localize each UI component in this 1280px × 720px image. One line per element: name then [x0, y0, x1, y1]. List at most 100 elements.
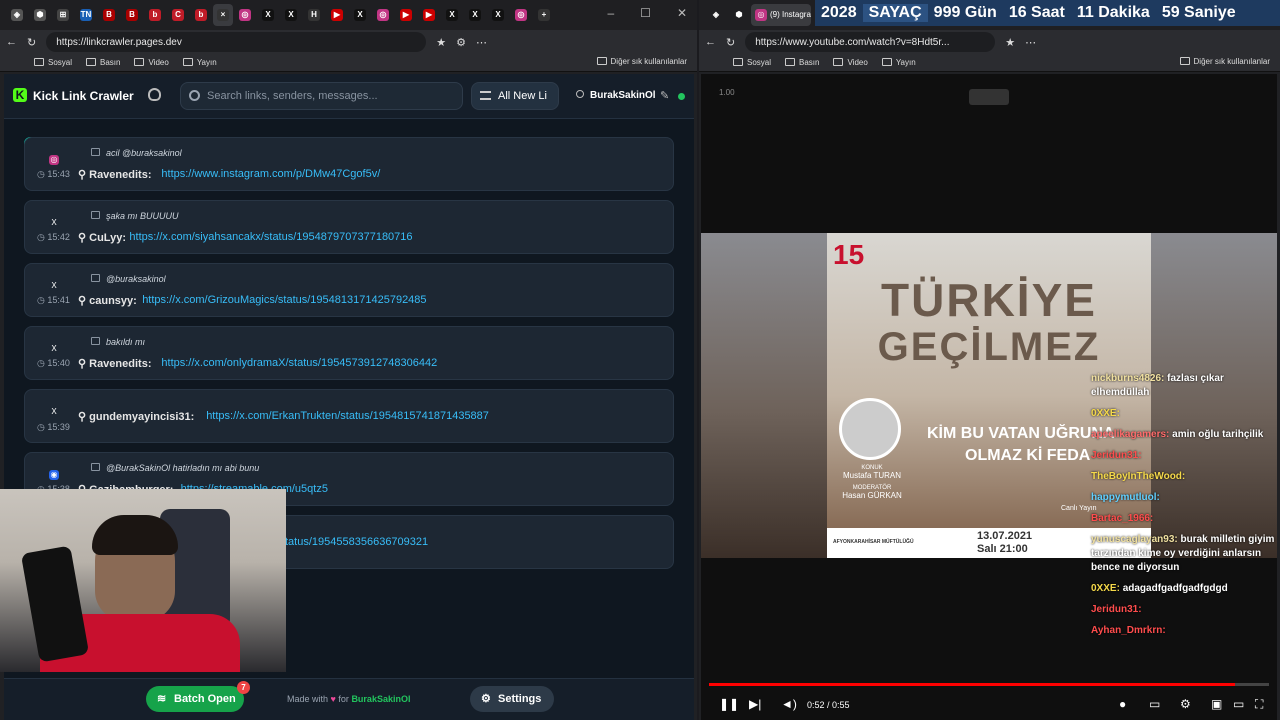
username: BurakSakinOl — [590, 90, 656, 101]
right-url-field[interactable]: https://www.youtube.com/watch?v=8Hdt5r..… — [745, 32, 996, 52]
chat-message: 0XXE: — [1091, 407, 1277, 421]
link-card[interactable]: X ◷ 15:39 ⚲ gundemyayincisi31: https://x.co… — [24, 389, 674, 443]
settings-button[interactable]: ⚙ Settings — [470, 686, 554, 712]
browser-tab-23[interactable]: + — [533, 4, 555, 26]
browser-tab-12[interactable]: X — [280, 4, 302, 26]
github-icon[interactable] — [148, 88, 161, 101]
tab-strip: ◈ ⬢ ⊞ TN B Bb Cb × ◎ X X H ▶ X ◎ ▶ ▶ X X X ◎ + — [0, 0, 697, 30]
reload-icon[interactable]: ↻ — [27, 36, 36, 49]
browser-tab-3[interactable]: TN — [75, 4, 97, 26]
poster-slogan-2: OLMAZ Kİ FEDA — [965, 447, 1091, 464]
miniplayer-icon[interactable]: ▣ — [1211, 698, 1223, 710]
browser-tab-1[interactable]: ⬢ — [29, 4, 51, 26]
link-url[interactable]: tatus/1954558356636709321 — [285, 536, 428, 548]
user-info[interactable]: BurakSakinOl — [576, 90, 656, 101]
tab-actions-icon[interactable]: ◈ — [705, 4, 727, 26]
sender: ⚲ Ravenedits: — [78, 169, 152, 181]
miniplayer-buttons[interactable] — [969, 89, 1009, 105]
link-card[interactable]: ◎ acil @buraksakinol ◷ 15:43 ⚲ Ravenedits: h… — [24, 137, 674, 191]
browser-tab-21[interactable]: X — [487, 4, 509, 26]
browser-tab-20[interactable]: X — [464, 4, 486, 26]
link-url[interactable]: https://x.com/GrizouMagics/status/195481… — [142, 294, 426, 306]
fullscreen-icon[interactable]: ⛶ — [1255, 698, 1267, 710]
webcam-overlay — [0, 489, 286, 672]
link-url[interactable]: https://www.instagram.com/p/DMw47Cgof5v/ — [161, 168, 380, 180]
other-favorites[interactable]: Diğer sık kullanılanlar — [596, 57, 687, 66]
filter-dropdown[interactable]: All New Li — [471, 82, 559, 110]
search-input[interactable]: Search links, senders, messages... — [180, 82, 463, 110]
browser-tab-11[interactable]: X — [257, 4, 279, 26]
bookmark-sosyal[interactable]: Sosyal — [34, 58, 72, 67]
link-url[interactable]: https://x.com/ErkanTrukten/status/195481… — [206, 410, 489, 422]
browser-tab-7[interactable]: C — [167, 4, 189, 26]
back-icon[interactable]: ← — [6, 36, 17, 48]
extensions-icon[interactable]: ⚙ — [456, 36, 466, 49]
maximize-icon[interactable]: ☐ — [640, 6, 651, 20]
browser-tab-18[interactable]: ▶ — [418, 4, 440, 26]
reload-icon[interactable]: ↻ — [726, 36, 735, 49]
tab-instagram[interactable]: ◎ (9) Instagra — [751, 4, 811, 26]
bookmark-basin[interactable]: Basın — [86, 58, 120, 67]
browser-tab-9[interactable]: × — [213, 4, 233, 26]
link-card[interactable]: X @buraksakinol ◷ 15:41 ⚲ caunsyy: https://x… — [24, 263, 674, 317]
browser-tab-4[interactable]: B — [98, 4, 120, 26]
counter-seconds: 59 Saniye — [1161, 4, 1236, 21]
browser-tab-10[interactable]: ◎ — [234, 4, 256, 26]
volume-icon[interactable]: ◄) — [781, 698, 797, 710]
bookmark-sosyal[interactable]: Sosyal — [733, 58, 771, 67]
settings-icon[interactable]: ⚙ — [1180, 698, 1192, 710]
minimize-icon[interactable]: – — [607, 6, 614, 20]
chat-username: happymutluol: — [1091, 492, 1160, 503]
bookmark-yayin[interactable]: Yayın — [182, 58, 217, 67]
browser-tab-14[interactable]: ▶ — [326, 4, 348, 26]
tab-favicon-icon: ◎ — [377, 9, 389, 21]
subtitles-icon[interactable]: ▭ — [1149, 698, 1161, 710]
theater-icon[interactable]: ▭ — [1233, 698, 1245, 710]
progress-bar[interactable] — [709, 683, 1269, 686]
link-card[interactable]: Xbakıldı mı ◷ 15:40 ⚲ Ravenedits: https://x… — [24, 326, 674, 380]
link-url[interactable]: https://x.com/siyahsancakx/status/195487… — [129, 231, 412, 243]
browser-tab-19[interactable]: X — [441, 4, 463, 26]
settings-label: Settings — [498, 693, 542, 705]
moderator-name: Hasan GÜRKAN — [842, 491, 902, 500]
browser-tab-8[interactable]: b — [190, 4, 212, 26]
next-icon[interactable]: ▶| — [749, 698, 761, 710]
youtube-player[interactable]: 1.00 15 TÜRKİYE GEÇİLMEZ KİM BU VATAN UĞ… — [701, 74, 1277, 720]
footer-credit: Made with ♥ for BurakSakinOl — [287, 694, 410, 704]
browser-tab-0[interactable]: ◈ — [6, 4, 28, 26]
bookmark-basin[interactable]: Basın — [785, 58, 819, 67]
browser-tab-2[interactable]: ⊞ — [52, 4, 74, 26]
url-field[interactable]: https://linkcrawler.pages.dev — [46, 32, 427, 52]
chat-message: Jeridun31: — [1091, 603, 1277, 617]
tabs-icon[interactable]: ⬢ — [728, 4, 750, 26]
browser-tab-15[interactable]: X — [349, 4, 371, 26]
browser-tab-13[interactable]: H — [303, 4, 325, 26]
streamer-hair — [92, 515, 178, 555]
browser-tab-16[interactable]: ◎ — [372, 4, 394, 26]
heart-icon: ♥ — [330, 694, 336, 704]
menu-icon[interactable]: ⋯ — [476, 36, 487, 49]
browser-tab-22[interactable]: ◎ — [510, 4, 532, 26]
favorite-icon[interactable]: ★ — [436, 36, 446, 49]
bookmark-video[interactable]: Video — [833, 58, 868, 67]
close-icon[interactable]: ✕ — [677, 6, 687, 20]
other-favorites[interactable]: Diğer sık kullanılanlar — [1179, 57, 1270, 66]
chat-text: adagadfgadfgadfgdgd — [1122, 583, 1228, 594]
bookmark-yayin[interactable]: Yayın — [881, 58, 916, 67]
link-card[interactable]: Xşaka mı BUUUUU ◷ 15:42 ⚲ CuLyy: https://x.… — [24, 200, 674, 254]
edit-icon[interactable]: ✎ — [660, 89, 669, 102]
back-icon[interactable]: ← — [705, 36, 716, 48]
browser-tab-5[interactable]: B — [121, 4, 143, 26]
browser-tab-17[interactable]: ▶ — [395, 4, 417, 26]
link-url[interactable]: https://x.com/onlydramaX/status/19545739… — [161, 357, 437, 369]
browser-tab-6[interactable]: b — [144, 4, 166, 26]
menu-icon[interactable]: ⋯ — [1025, 36, 1036, 49]
favorite-icon[interactable]: ★ — [1005, 36, 1015, 49]
autoplay-toggle-icon[interactable]: ● — [1119, 698, 1131, 710]
bookmark-video[interactable]: Video — [134, 58, 169, 67]
timestamp: ◷ 15:43 — [37, 169, 70, 179]
pause-icon[interactable]: ❚❚ — [719, 698, 739, 710]
tab-favicon-icon: H — [308, 9, 320, 21]
batch-open-button[interactable]: ≋ Batch Open 7 — [146, 681, 250, 712]
time-value: 15:41 — [47, 295, 70, 305]
